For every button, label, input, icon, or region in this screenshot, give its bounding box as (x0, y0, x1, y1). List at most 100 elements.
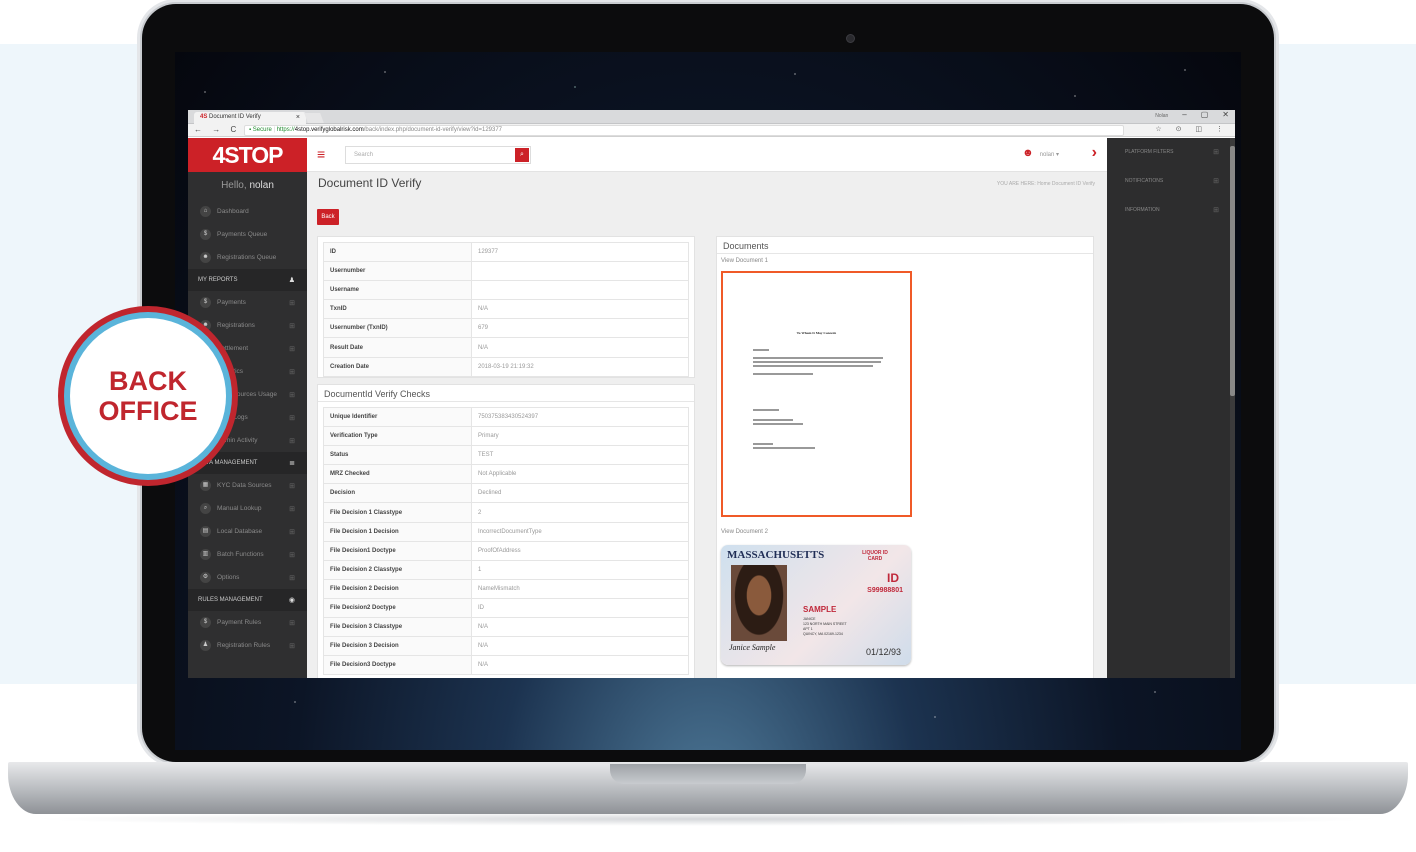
breadcrumb[interactable]: YOU ARE HERE: Home Document ID Verify (997, 181, 1095, 187)
badge-line-1: BACK (109, 366, 187, 396)
sidebar-item-local-database[interactable]: ▤ Local Database ⊞ (188, 520, 307, 543)
sidebar-item-options[interactable]: ⚙ Options ⊞ (188, 566, 307, 589)
sidebar-item-batch-functions[interactable]: ▥ Batch Functions ⊞ (188, 543, 307, 566)
user-menu[interactable]: ☻ nolan ▾ (1022, 147, 1059, 159)
sidebar-item-payment-rules[interactable]: $ Payment Rules ⊞ (188, 611, 307, 634)
sidebar-item-label: Local Database (217, 528, 263, 535)
sidebar-section-2[interactable]: RULES MANAGEMENT ◉ (188, 589, 307, 611)
document-2-image[interactable]: MASSACHUSETTS LIQUOR ID CARD ID S9998880… (721, 545, 911, 665)
letter-title: To Whom It May Concern (796, 331, 837, 335)
row-label: TxnID (323, 299, 472, 320)
right-panel-item-platform-filters[interactable]: PLATFORM FILTERS ⊞ (1107, 138, 1235, 167)
sidebar-item-kyc-data-sources[interactable]: ▦ KYC Data Sources ⊞ (188, 474, 307, 497)
license-number: S99988801 (867, 587, 903, 594)
search-input[interactable]: Search ⌕ (345, 146, 531, 164)
view-document-2-link[interactable]: View Document 2 (717, 525, 772, 539)
page-header: Document ID Verify YOU ARE HERE: Home Do… (307, 172, 1107, 196)
sidebar-item-label: Options (217, 574, 240, 581)
document-1-image[interactable]: To Whom It May Concern (721, 271, 912, 517)
expand-icon: ⊞ (1213, 207, 1219, 214)
url-field[interactable]: ▪ Secure | https://4stop.verifyglobalris… (244, 125, 1124, 136)
sidebar-item-payments[interactable]: $ Payments ⊞ (188, 291, 307, 314)
back-button[interactable]: Back (317, 209, 339, 225)
row-value: 2018-03-19 21:19:32 (471, 356, 689, 377)
row-label: File Decision 3 Decision (323, 636, 472, 657)
section-icon: ≣ (289, 460, 295, 467)
window-user[interactable]: Nolan (1155, 113, 1168, 119)
scrollbar[interactable] (1230, 138, 1235, 678)
sidebar-item-manual-lookup[interactable]: ⌕ Manual Lookup ⊞ (188, 497, 307, 520)
license-sample: SAMPLE (803, 605, 837, 614)
expand-icon: ⊞ (289, 551, 295, 559)
license-id: ID (887, 571, 899, 585)
new-tab-button[interactable] (304, 113, 324, 123)
laptop-shadow (30, 812, 1386, 826)
right-panel-item-notifications[interactable]: NOTIFICATIONS ⊞ (1107, 167, 1235, 196)
table-row: File Decision 1 Decision IncorrectDocumen… (323, 521, 689, 542)
expand-icon: ⊞ (289, 437, 295, 445)
kyc-data-sources-icon: ▦ (200, 480, 211, 491)
table-row: Verification Type Primary (323, 426, 689, 447)
table-row: Status TEST (323, 445, 689, 466)
row-value (471, 280, 689, 301)
row-value: 129377 (471, 241, 689, 263)
row-value: 2 (471, 502, 689, 523)
badge-line-2: OFFICE (98, 396, 198, 426)
sidebar-item-registrations-queue[interactable]: ☻ Registrations Queue (188, 246, 307, 269)
extension-icons[interactable]: ☆ ⊙ ◫ ⋮ (1155, 125, 1229, 133)
section-label: MY REPORTS (198, 277, 238, 283)
row-label: Status (323, 445, 472, 466)
documents-title: Documents (717, 237, 1093, 254)
search-icon[interactable]: ⌕ (515, 148, 529, 162)
manual-lookup-icon: ⌕ (200, 503, 211, 514)
sidebar-item-payments-queue[interactable]: $ Payments Queue (188, 223, 307, 246)
brand-logo[interactable]: 4STOP (188, 138, 307, 172)
browser-tab[interactable]: 4S Document ID Verify × (194, 112, 306, 124)
expand-icon: ⊞ (1213, 178, 1219, 185)
menu-icon[interactable]: ≡ (317, 147, 325, 161)
sidebar-item-label: KYC Data Sources (217, 482, 272, 489)
right-panel-label: INFORMATION (1125, 207, 1160, 213)
scrollbar-thumb[interactable] (1230, 146, 1235, 396)
expand-icon: ⊞ (289, 345, 295, 353)
chevron-right-icon[interactable]: › (1092, 144, 1097, 162)
row-label: ID (323, 241, 472, 263)
table-row: Usernumber (323, 261, 689, 282)
sidebar-item-dashboard[interactable]: ⌂ Dashboard (188, 200, 307, 223)
right-panel-item-information[interactable]: INFORMATION ⊞ (1107, 196, 1235, 225)
tab-close-icon[interactable]: × (296, 114, 300, 121)
minimize-icon[interactable]: – (1182, 110, 1186, 119)
sidebar-section-0[interactable]: MY REPORTS ♟ (188, 269, 307, 291)
registrations-queue-icon: ☻ (200, 252, 211, 263)
row-label: Result Date (323, 337, 472, 358)
laptop-notch (610, 764, 806, 784)
row-value: ProofOfAddress (471, 540, 689, 561)
table-row: ID 129377 (323, 241, 689, 263)
restore-icon[interactable]: ▢ (1201, 110, 1209, 119)
row-value: IncorrectDocumentType (471, 521, 689, 542)
tab-bar: 4S Document ID Verify × Nolan – ▢ ✕ (188, 110, 1235, 124)
sidebar-item-registration-rules[interactable]: ♟ Registration Rules ⊞ (188, 634, 307, 657)
payment-rules-icon: $ (200, 617, 211, 628)
documents-panel: Documents View Document 1 To Whom It May… (716, 236, 1094, 678)
row-value: N/A (471, 337, 689, 358)
row-value (471, 261, 689, 282)
row-label: File Decision1 Doctype (323, 540, 472, 561)
close-window-icon[interactable]: ✕ (1222, 110, 1229, 119)
search-placeholder: Search (354, 152, 374, 158)
expand-icon: ⊞ (289, 482, 295, 490)
row-value: NameMismatch (471, 578, 689, 599)
table-row: Decision Declined (323, 483, 689, 504)
back-office-badge: BACK OFFICE (58, 306, 238, 486)
table-row: Username (323, 280, 689, 301)
table-row: TxnID N/A (323, 299, 689, 320)
expand-icon: ⊞ (289, 322, 295, 330)
payments-queue-icon: $ (200, 229, 211, 240)
view-document-1-link[interactable]: View Document 1 (717, 254, 1093, 268)
row-label: Unique Identifier (323, 406, 472, 428)
checks-title: DocumentId Verify Checks (318, 385, 694, 402)
expand-icon: ⊞ (289, 528, 295, 536)
tab-logo-icon: 4S (200, 114, 208, 120)
section-icon: ◉ (288, 597, 295, 604)
expand-icon: ⊞ (289, 391, 295, 399)
